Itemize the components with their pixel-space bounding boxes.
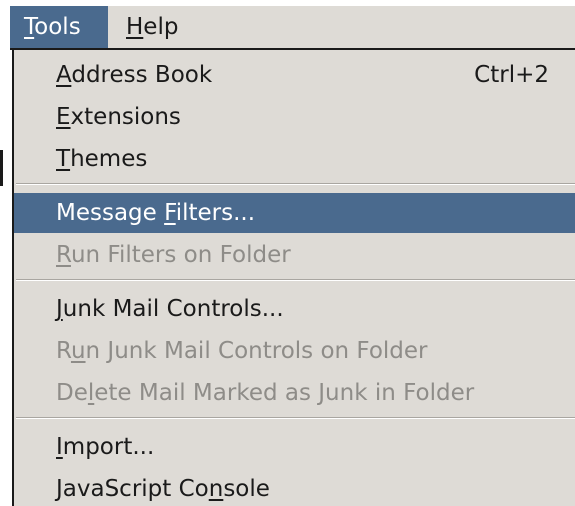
menu-item-label: Delete Mail Marked as Junk in Folder <box>56 373 474 413</box>
menu-item-import[interactable]: Import... <box>14 427 575 467</box>
label-accel: I <box>56 434 63 460</box>
label-post: unk Mail Controls... <box>62 296 284 322</box>
menu-tools[interactable]: Tools <box>10 6 108 49</box>
menu-item-label: JavaScript Console <box>56 469 270 506</box>
label-pre: JavaScript Co <box>56 476 209 502</box>
label-post: un Filters on Folder <box>70 242 291 268</box>
label-post: hemes <box>70 146 148 172</box>
menu-separator <box>16 417 575 419</box>
label-post: xtensions <box>70 104 181 130</box>
label-pre: De <box>56 380 88 406</box>
label-post: n Junk Mail Controls on Folder <box>85 338 428 364</box>
menu-help[interactable]: Help <box>112 6 192 49</box>
label-accel: T <box>56 146 71 172</box>
menu-item-shortcut: Ctrl+2 <box>474 62 549 88</box>
label-accel: u <box>70 338 86 364</box>
menu-tools-post: ools <box>34 14 81 40</box>
label-accel: J <box>56 296 63 322</box>
label-post: ilters... <box>175 200 256 226</box>
menu-item-junk-mail-controls[interactable]: Junk Mail Controls... <box>14 289 575 329</box>
menu-item-label: Message Filters... <box>56 193 255 233</box>
menu-tools-accel: T <box>24 14 35 40</box>
menu-item-label: Junk Mail Controls... <box>56 289 284 329</box>
label-accel: E <box>56 104 71 130</box>
menu-item-label: Address Book <box>56 55 212 95</box>
menu-item-label: Extensions <box>56 97 181 137</box>
menu-item-label: Themes <box>56 139 147 179</box>
menu-help-post: elp <box>143 14 179 40</box>
menu-item-run-junk-mail-controls[interactable]: Run Junk Mail Controls on Folder <box>14 331 575 371</box>
menu-item-address-book[interactable]: Address Book Ctrl+2 <box>14 55 575 95</box>
label-pre: R <box>56 338 71 364</box>
label-accel: R <box>56 242 71 268</box>
menubar: Tools Help <box>10 6 575 49</box>
menu-item-run-filters-on-folder[interactable]: Run Filters on Folder <box>14 235 575 275</box>
menu-item-extensions[interactable]: Extensions <box>14 97 575 137</box>
menu-separator <box>16 279 575 281</box>
tools-dropdown-menu: Address Book Ctrl+2 Extensions Themes Me… <box>12 50 575 506</box>
menu-item-javascript-console[interactable]: JavaScript Console <box>14 469 575 506</box>
menu-item-label: Run Junk Mail Controls on Folder <box>56 331 428 371</box>
label-accel: A <box>56 62 72 88</box>
menu-item-themes[interactable]: Themes <box>14 139 575 179</box>
screen: Tools Help Address Book Ctrl+2 Extension… <box>0 0 575 506</box>
menu-separator <box>16 183 575 185</box>
label-post: mport... <box>62 434 155 460</box>
menu-help-accel: H <box>126 14 144 40</box>
menu-item-label: Run Filters on Folder <box>56 235 291 275</box>
label-post: ete Mail Marked as Junk in Folder <box>94 380 475 406</box>
label-post: ddress Book <box>71 62 213 88</box>
window-edge <box>0 150 3 186</box>
menu-item-label: Import... <box>56 427 154 467</box>
menu-item-delete-junk-mail[interactable]: Delete Mail Marked as Junk in Folder <box>14 373 575 413</box>
label-post: sole <box>223 476 270 502</box>
label-accel: F <box>164 200 176 226</box>
label-pre: Message <box>56 200 165 226</box>
label-accel: n <box>208 476 224 502</box>
menu-item-message-filters[interactable]: Message Filters... <box>14 193 575 233</box>
